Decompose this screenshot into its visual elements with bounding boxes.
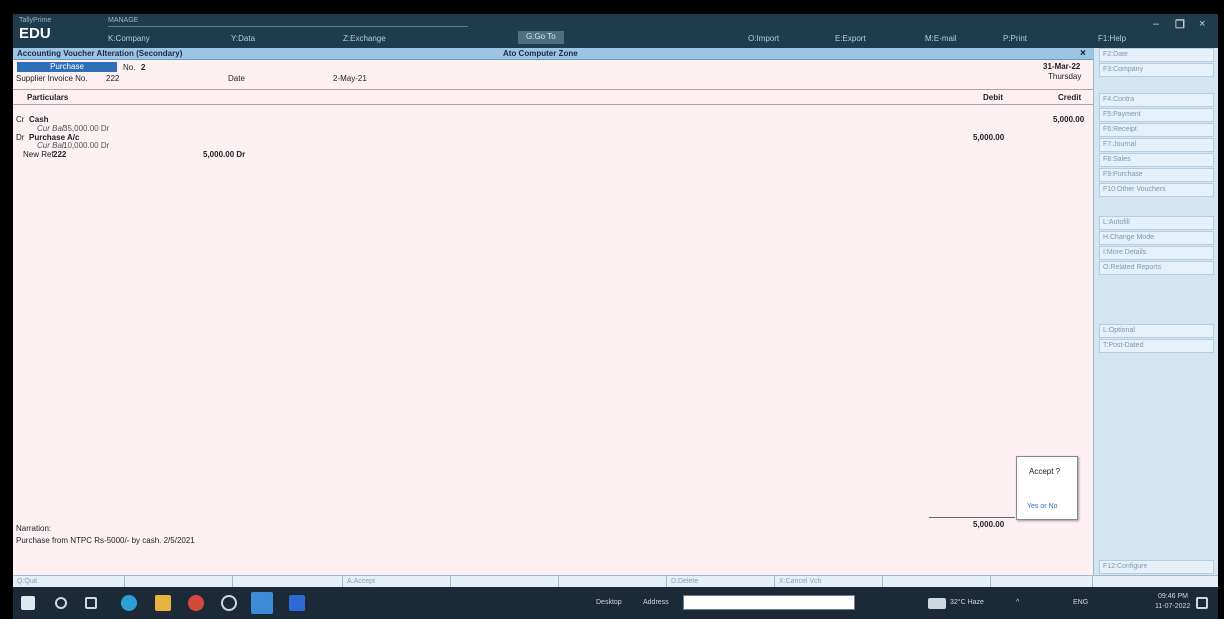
configure-button[interactable]: F12:Configure	[1099, 560, 1214, 574]
ledger-balance: 10,000.00 Dr	[63, 141, 110, 150]
tray-chevron-icon[interactable]: ^	[1016, 599, 1019, 606]
company-name: Ato Computer Zone	[503, 49, 578, 58]
sales-button[interactable]: F8:Sales	[1099, 153, 1214, 167]
narration-label: Narration:	[16, 524, 52, 533]
voucher-type[interactable]: Purchase	[17, 62, 117, 72]
file-explorer-icon[interactable]	[155, 595, 171, 611]
narration-text[interactable]: Purchase from NTPC Rs-5000/- by cash. 2/…	[16, 536, 195, 545]
receipt-button[interactable]: F6:Receipt	[1099, 123, 1214, 137]
edge-icon[interactable]	[121, 595, 137, 611]
windows-taskbar: Desktop Address 32°C Haze ^ ENG 09:46 PM…	[13, 587, 1218, 619]
ledger-name[interactable]: Cash	[29, 115, 49, 124]
voucher-date[interactable]: 31-Mar-22	[1043, 62, 1080, 71]
bottom-button-bar: Q:Quit A:Accept D:Delete X:Cancel Vch	[13, 575, 1218, 588]
credit-header: Credit	[1058, 93, 1082, 102]
task-view-icon[interactable]	[85, 597, 97, 609]
weather-status[interactable]: 32°C Haze	[950, 599, 984, 606]
entry-type: Dr	[16, 133, 25, 142]
clock-app-icon[interactable]	[221, 595, 237, 611]
desktop-toolbar[interactable]: Desktop	[596, 599, 622, 606]
bill-ref-name[interactable]: 222	[53, 150, 66, 159]
other-vouchers-button[interactable]: F10:Other Vouchers	[1099, 183, 1214, 197]
total-line	[929, 517, 1015, 518]
menu-divider	[108, 26, 468, 27]
menu-goto[interactable]: G:Go To	[518, 31, 564, 44]
more-details-button[interactable]: I:More Details	[1099, 246, 1214, 260]
related-reports-button[interactable]: O:Related Reports	[1099, 261, 1214, 275]
notifications-icon[interactable]	[1196, 597, 1208, 609]
columns-divider	[13, 104, 1093, 105]
debit-amount[interactable]: 5,000.00	[973, 133, 1004, 142]
menu-caption: MANAGE	[108, 17, 139, 24]
balance-label: Cur Bal:	[37, 124, 66, 133]
chrome-icon[interactable]	[188, 595, 204, 611]
optional-button[interactable]: L:Optional	[1099, 324, 1214, 338]
menu-import[interactable]: O:Import	[748, 34, 779, 43]
change-mode-button[interactable]: H:Change Mode	[1099, 231, 1214, 245]
voucher-area: Purchase No. 2 31-Mar-22 Thursday Suppli…	[13, 60, 1093, 575]
keyboard-icon[interactable]	[928, 598, 946, 609]
menu-email[interactable]: M:E-mail	[925, 34, 957, 43]
debit-total: 5,000.00	[973, 520, 1005, 529]
close-window-icon[interactable]: ×	[1199, 18, 1205, 30]
close-screen-icon[interactable]: ×	[1080, 48, 1086, 59]
clock-date[interactable]: 11-07-2022	[1155, 603, 1190, 610]
accept-or-label: or	[1040, 503, 1047, 510]
supplier-invoice-label: Supplier Invoice No.	[16, 74, 88, 83]
accept-no-button[interactable]: No	[1049, 503, 1058, 510]
menu-export[interactable]: E:Export	[835, 34, 866, 43]
address-input[interactable]	[683, 595, 855, 610]
tally-window: TallyPrime EDU MANAGE K:Company Y:Data Z…	[13, 14, 1218, 619]
menu-company[interactable]: K:Company	[108, 34, 150, 43]
autofill-button[interactable]: L:Autofill	[1099, 216, 1214, 230]
journal-button[interactable]: F7:Journal	[1099, 138, 1214, 152]
balance-label: Cur Bal:	[37, 141, 66, 150]
screen-title: Accounting Voucher Alteration (Secondary…	[17, 49, 183, 58]
date-label: Date	[228, 74, 245, 83]
screen-title-bar: Accounting Voucher Alteration (Secondary…	[13, 48, 1093, 60]
header-divider	[13, 89, 1093, 90]
ledger-balance: 35,000.00 Dr	[63, 124, 110, 133]
clock-time[interactable]: 09:46 PM	[1158, 593, 1188, 600]
date-button[interactable]: F2:Date	[1099, 48, 1214, 62]
particulars-header: Particulars	[27, 93, 69, 102]
tally-taskbar-icon[interactable]	[251, 592, 273, 614]
accept-question: Accept ?	[1029, 467, 1061, 476]
windows-start-icon[interactable]	[21, 596, 35, 610]
post-dated-button[interactable]: T:Post-Dated	[1099, 339, 1214, 353]
credit-amount[interactable]: 5,000.00	[1053, 115, 1084, 124]
bill-ref-type[interactable]: New Ref	[23, 150, 54, 159]
debit-header: Debit	[983, 93, 1003, 102]
supplier-invoice-date[interactable]: 2-May-21	[333, 74, 367, 83]
supplier-invoice-no[interactable]: 222	[106, 74, 119, 83]
button-panel: F2:Date F3:Company F4:Contra F5:Payment …	[1093, 48, 1218, 575]
bill-ref-amount[interactable]: 5,000.00 Dr	[203, 150, 245, 159]
address-label: Address	[643, 599, 669, 606]
menu-print[interactable]: P:Print	[1003, 34, 1027, 43]
purchase-button[interactable]: F9:Purchase	[1099, 168, 1214, 182]
word-icon[interactable]	[289, 595, 305, 611]
minimize-icon[interactable]: –	[1153, 18, 1159, 30]
payment-button[interactable]: F5:Payment	[1099, 108, 1214, 122]
menu-help[interactable]: F1:Help	[1098, 34, 1126, 43]
accept-yes-button[interactable]: Yes	[1027, 503, 1038, 510]
accept-options: Yes or No	[1027, 503, 1058, 510]
company-button[interactable]: F3:Company	[1099, 63, 1214, 77]
voucher-no-label: No.	[123, 63, 136, 72]
top-menu-bar: TallyPrime EDU MANAGE K:Company Y:Data Z…	[13, 14, 1218, 48]
accept-dialog: Accept ? Yes or No	[1016, 456, 1078, 520]
app-edition: EDU	[19, 25, 51, 42]
menu-exchange[interactable]: Z:Exchange	[343, 34, 386, 43]
search-icon[interactable]	[55, 597, 67, 609]
entry-type: Cr	[16, 115, 25, 124]
menu-data[interactable]: Y:Data	[231, 34, 255, 43]
contra-button[interactable]: F4:Contra	[1099, 93, 1214, 107]
app-name: TallyPrime	[19, 17, 52, 24]
voucher-weekday: Thursday	[1048, 72, 1082, 81]
language-indicator[interactable]: ENG	[1073, 599, 1088, 606]
restore-icon[interactable]: ❐	[1175, 18, 1185, 31]
voucher-no[interactable]: 2	[141, 63, 145, 72]
